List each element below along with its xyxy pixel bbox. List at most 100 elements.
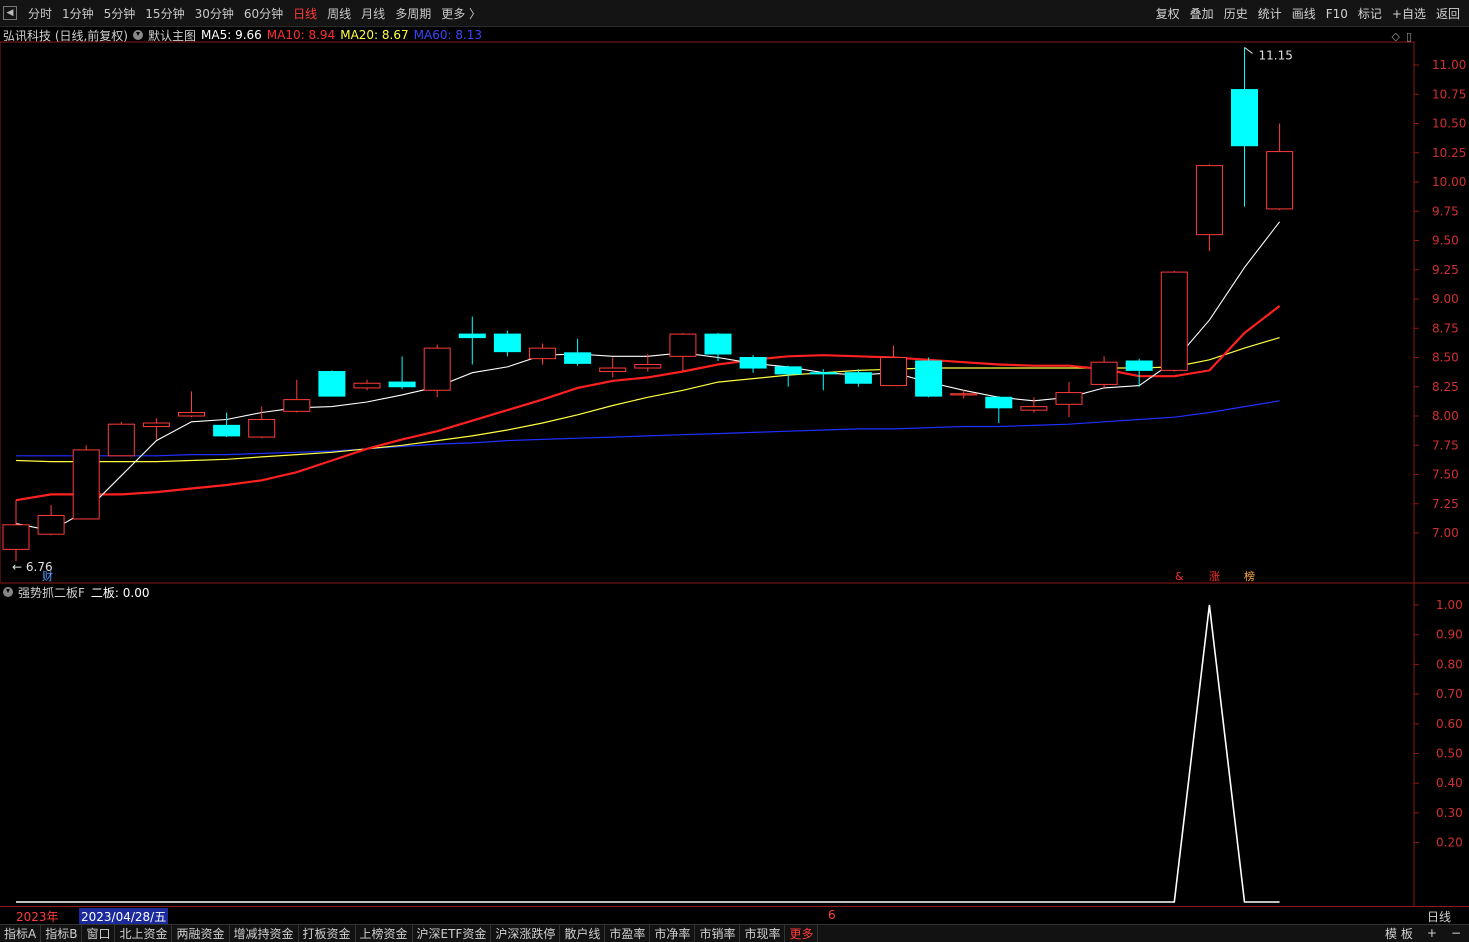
period-tab[interactable]: 多周期 xyxy=(390,5,436,22)
bottom-tab[interactable]: 指标B xyxy=(41,925,83,942)
event-marker: 榜 xyxy=(1244,569,1255,583)
candle-body xyxy=(1055,392,1083,405)
y-tick-label: 0.40 xyxy=(1436,776,1463,790)
bottom-right-button[interactable]: 模 板 xyxy=(1385,925,1413,942)
bottom-tab[interactable]: 沪深ETF资金 xyxy=(413,925,492,942)
bottom-tab[interactable]: 市盈率 xyxy=(605,925,651,942)
y-tick-label: 10.00 xyxy=(1432,175,1466,189)
tool-button[interactable]: 画线 xyxy=(1287,5,1321,22)
y-tick-label: 0.60 xyxy=(1436,717,1463,731)
candle-body xyxy=(142,422,170,428)
y-tick-label: 9.75 xyxy=(1432,204,1459,218)
bottom-indicator-tabs: 指标A 指标B 窗口 北上资金 两融资金 增减持资金 打板资金 上榜资金 沪深ETF资金 沪深涨跌… xyxy=(0,924,1469,942)
candle-body xyxy=(844,372,872,384)
y-tick-label: 0.70 xyxy=(1436,687,1463,701)
app-window: ◀ 分时 1分钟 5分钟 15分钟 30分钟 60分钟 日线 周线 月线 多周期 更多 〉 复权 叠加… xyxy=(0,0,1469,942)
period-tab[interactable]: 15分钟 xyxy=(140,5,189,22)
candle-body xyxy=(739,357,767,369)
candle-body xyxy=(107,423,135,457)
y-tick-label: 0.30 xyxy=(1436,806,1463,820)
indicator-name[interactable]: 强势抓二板F xyxy=(18,584,85,601)
bottom-tab[interactable]: 沪深涨跌停 xyxy=(491,925,561,942)
period-tab[interactable]: 月线 xyxy=(356,5,390,22)
bottom-tab[interactable]: 窗口 xyxy=(82,925,116,942)
bottom-tab[interactable]: 上榜资金 xyxy=(356,925,413,942)
stock-label: 弘讯科技 (日线,前复权) xyxy=(3,28,128,43)
bottom-tab[interactable]: 市净率 xyxy=(650,925,696,942)
bottom-tab[interactable]: 增减持资金 xyxy=(230,925,299,942)
period-tab[interactable]: 更多 〉 xyxy=(436,5,486,22)
period-tab[interactable]: 5分钟 xyxy=(99,5,141,22)
indicator-info-row: 强势抓二板F 二板: 0.00 xyxy=(3,584,154,600)
y-tick-label: 10.50 xyxy=(1432,117,1466,131)
candle-body xyxy=(1020,406,1048,411)
bottom-right-button[interactable]: − xyxy=(1451,926,1461,940)
tool-button[interactable]: F10 xyxy=(1321,7,1353,21)
bottom-right-button[interactable]: + xyxy=(1427,926,1437,940)
high-label: 11.15 xyxy=(1259,48,1293,62)
bottom-tab[interactable]: 北上资金 xyxy=(115,925,173,942)
chart-area[interactable]: 11.00 10.75 10.50 10.25 10.00 9.75 9.50 9.25 9.0… xyxy=(0,27,1469,906)
candle-body xyxy=(809,372,837,375)
y-tick-label: 7.25 xyxy=(1432,497,1459,511)
bottom-tab[interactable]: 更多 xyxy=(785,925,819,942)
template-label[interactable]: 默认主图 xyxy=(148,27,196,44)
y-tick-label: 11.00 xyxy=(1432,58,1466,72)
high-pointer xyxy=(1244,47,1253,54)
candle-body xyxy=(1266,151,1294,210)
period-tab[interactable]: 日线 xyxy=(288,5,322,22)
diamond-icon[interactable]: ◇ xyxy=(1391,30,1399,43)
bottom-tab[interactable]: 打板资金 xyxy=(299,925,356,942)
month-mark: 6 xyxy=(828,908,836,922)
bottom-tab[interactable]: 两融资金 xyxy=(172,925,230,942)
event-marker: & xyxy=(1175,570,1184,583)
candle-body xyxy=(353,382,381,389)
period-tab[interactable]: 1分钟 xyxy=(57,5,99,22)
y-tick-label: 7.75 xyxy=(1432,438,1459,452)
candle-body xyxy=(1231,89,1258,147)
candle-body xyxy=(529,347,556,360)
y-tick-label: 1.00 xyxy=(1436,598,1463,612)
maximize-icon[interactable]: ▯ xyxy=(1406,30,1412,43)
candle-body xyxy=(1090,361,1118,385)
main-panel-controls: ◇ ▯ xyxy=(1391,30,1412,43)
ma20-label: MA20: 8.67 xyxy=(340,28,409,42)
bottom-tab[interactable]: 指标A xyxy=(0,925,42,942)
candle-body xyxy=(915,360,943,397)
candle-body xyxy=(178,411,205,417)
y-tick-label: 0.90 xyxy=(1436,628,1463,642)
tool-button[interactable]: 返回 xyxy=(1431,5,1465,22)
tool-button[interactable]: 叠加 xyxy=(1185,5,1219,22)
y-tick-label: 9.25 xyxy=(1432,263,1459,277)
dropdown-dot-icon[interactable] xyxy=(3,587,13,597)
y-tick-label: 8.00 xyxy=(1432,409,1459,423)
period-tab[interactable]: 30分钟 xyxy=(190,5,239,22)
tool-button[interactable]: 复权 xyxy=(1151,5,1185,22)
tool-button[interactable]: 统计 xyxy=(1253,5,1287,22)
finance-marker: 财 xyxy=(42,569,53,583)
y-tick-label: 8.50 xyxy=(1432,351,1459,365)
bottom-tab[interactable]: 市销率 xyxy=(695,925,741,942)
candle-body xyxy=(669,333,697,357)
y-tick-label: 7.00 xyxy=(1432,526,1459,540)
dropdown-dot-icon[interactable] xyxy=(133,30,143,40)
candle-body xyxy=(37,514,65,535)
cursor-date-label: 2023/04/28/五 xyxy=(79,908,169,925)
y-tick-label: 8.75 xyxy=(1432,321,1459,335)
candle-body xyxy=(1125,360,1153,371)
y-tick-label: 8.25 xyxy=(1432,380,1459,394)
tool-button[interactable]: 标记 xyxy=(1353,5,1387,22)
back-arrow-icon[interactable]: ◀ xyxy=(3,6,17,20)
y-tick-label: 0.50 xyxy=(1436,747,1463,761)
bottom-tab[interactable]: 市现率 xyxy=(740,925,786,942)
period-tab[interactable]: 周线 xyxy=(322,5,356,22)
tool-button[interactable]: +自选 xyxy=(1387,5,1431,22)
bottom-tab[interactable]: 散户线 xyxy=(560,925,606,942)
ma60-line xyxy=(16,400,1280,457)
tool-button[interactable]: 历史 xyxy=(1219,5,1253,22)
ma5-line xyxy=(15,221,1281,532)
candle-body xyxy=(704,333,732,355)
period-tab[interactable]: 60分钟 xyxy=(239,5,288,22)
top-toolbar: ◀ 分时 1分钟 5分钟 15分钟 30分钟 60分钟 日线 周线 月线 多周期 更多 〉 复权 叠加… xyxy=(0,0,1469,27)
period-tab[interactable]: 分时 xyxy=(23,5,57,22)
